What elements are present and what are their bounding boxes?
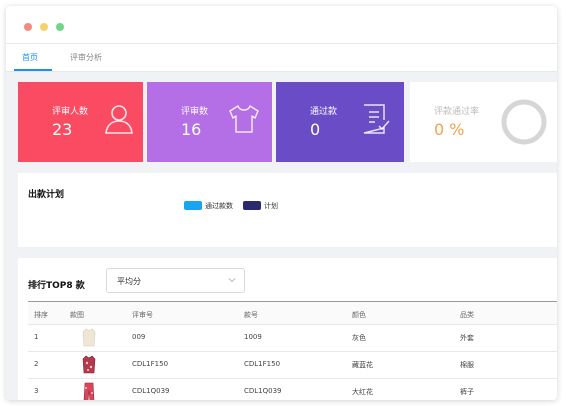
style-no-cell: CDL1F150 [244, 360, 281, 368]
review-no-cell: CDL1Q039 [132, 387, 170, 395]
garment-thumbnail-coat [82, 328, 96, 347]
rank-cell: 1 [34, 333, 39, 341]
sort-select-value: 平均分 [117, 277, 141, 286]
table-row[interactable]: 1 009 1009 灰色 外套 [28, 325, 557, 352]
active-tab-indicator [14, 69, 52, 71]
column-header[interactable]: 款号 [244, 310, 258, 320]
review-no-cell: 009 [132, 333, 146, 341]
panel-title: 出款计划 [28, 190, 65, 200]
maximize-window-button[interactable] [56, 23, 64, 31]
tshirt-icon [229, 105, 259, 133]
ring-icon [501, 99, 547, 145]
close-window-button[interactable] [24, 23, 32, 31]
app-window: 首页 评审分析 评审人数 23 评审数 16 通过款 0 评款通过率 0 % 出… [6, 6, 557, 400]
panel-title: 排行TOP8 款 [28, 281, 85, 291]
stats-row: 评审人数 23 评审数 16 通过款 0 评款通过率 0 % [18, 82, 557, 162]
column-header[interactable]: 排序 [34, 310, 48, 320]
garment-thumbnail-pants [83, 382, 95, 400]
column-header[interactable]: 颜色 [352, 310, 366, 320]
column-header[interactable]: 品类 [460, 310, 474, 320]
legend-swatch [184, 201, 202, 210]
title-bar [6, 6, 557, 44]
tab-bar: 首页 评审分析 [6, 44, 557, 72]
stat-value: 0 % [434, 120, 465, 139]
stat-card-pass-rate[interactable]: 评款通过率 0 % [410, 82, 557, 162]
category-cell: 外套 [460, 334, 474, 342]
user-icon [105, 105, 133, 134]
legend-label: 计划 [264, 202, 278, 210]
stat-label: 通过款 [310, 107, 338, 117]
review-no-cell: CDL1F150 [132, 360, 169, 368]
top8-panel: 排行TOP8 款 平均分 排序 款图 评审号 款号 颜色 品类 1 009 10… [18, 258, 557, 400]
color-cell: 灰色 [352, 334, 366, 342]
category-cell: 棉服 [460, 361, 474, 369]
tab-home[interactable]: 首页 [22, 52, 38, 63]
stat-card-reviewers[interactable]: 评审人数 23 [18, 82, 143, 162]
stat-label: 评审人数 [52, 107, 89, 117]
minimize-window-button[interactable] [40, 23, 48, 31]
color-cell: 藏蓝花 [352, 361, 373, 369]
stat-card-reviews[interactable]: 评审数 16 [147, 82, 272, 162]
style-no-cell: 1009 [244, 333, 262, 341]
column-header[interactable]: 评审号 [132, 310, 153, 320]
rank-cell: 3 [34, 387, 39, 395]
legend-label: 通过款数 [205, 202, 233, 210]
ranking-table: 排序 款图 评审号 款号 颜色 品类 1 009 1009 灰色 外套 2 CD… [28, 301, 557, 400]
legend-swatch [243, 201, 261, 210]
column-header[interactable]: 款图 [70, 310, 84, 320]
production-plan-panel: 出款计划 通过款数 计划 [18, 173, 557, 247]
chevron-down-icon [228, 278, 236, 283]
stat-card-passed[interactable]: 通过款 0 [276, 82, 404, 162]
checklist-icon [363, 104, 390, 134]
category-cell: 裤子 [460, 388, 474, 396]
stat-value: 16 [181, 120, 202, 139]
stat-label: 评款通过率 [434, 107, 480, 117]
table-header: 排序 款图 评审号 款号 颜色 品类 [28, 301, 557, 325]
stat-value: 0 [310, 120, 321, 139]
stat-value: 23 [52, 120, 73, 139]
table-row[interactable]: 3 CDL1Q039 CDL1Q039 大红花 裤子 [28, 379, 557, 400]
stat-label: 评审数 [181, 107, 209, 117]
table-row[interactable]: 2 CDL1F150 CDL1F150 藏蓝花 棉服 [28, 352, 557, 379]
tab-review-analysis[interactable]: 评审分析 [70, 52, 102, 63]
style-no-cell: CDL1Q039 [244, 387, 282, 395]
color-cell: 大红花 [352, 388, 373, 396]
garment-thumbnail-padded-jacket [82, 355, 96, 374]
rank-cell: 2 [34, 360, 39, 368]
sort-select[interactable]: 平均分 [106, 268, 245, 293]
